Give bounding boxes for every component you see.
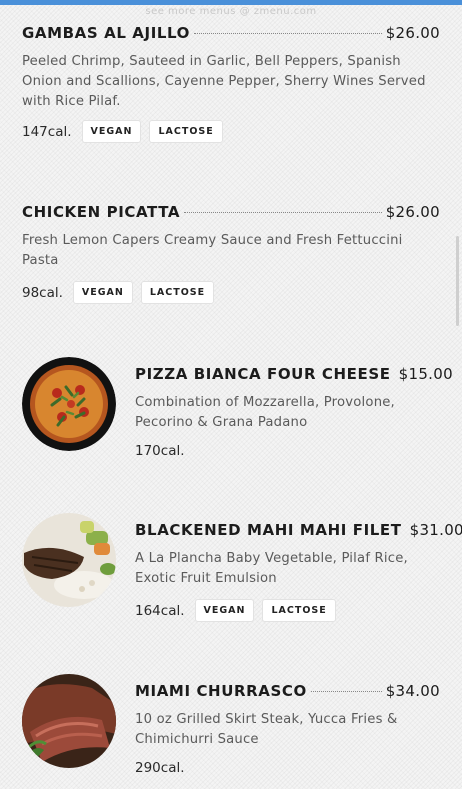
item-price: $15.00 [398, 365, 453, 383]
item-price: $26.00 [385, 203, 440, 221]
item-header: MIAMI CHURRASCO $34.00 [135, 682, 440, 704]
dotted-leader [184, 212, 382, 213]
item-description: 10 oz Grilled Skirt Steak, Yucca Fries &… [135, 712, 398, 747]
item-name: BLACKENED MAHI MAHI FILET [135, 521, 402, 539]
vegan-badge: VEGAN [72, 281, 133, 304]
item-price: $34.00 [385, 682, 440, 700]
item-calories: 147cal. [22, 123, 72, 140]
item-description: Peeled Chrimp, Sauteed in Garlic, Bell P… [22, 54, 426, 109]
item-meta: 164cal. VEGAN LACTOSE [135, 599, 344, 622]
lactose-badge: LACTOSE [140, 281, 215, 304]
item-meta: 147cal. VEGAN LACTOSE [22, 120, 231, 143]
vegan-badge: VEGAN [194, 599, 255, 622]
pizza-photo [22, 357, 116, 451]
item-name: MIAMI CHURRASCO [135, 682, 307, 700]
vegan-badge: VEGAN [81, 120, 142, 143]
dotted-leader [194, 33, 382, 34]
item-header: BLACKENED MAHI MAHI FILET $31.00 [135, 521, 462, 543]
watermark: see more menus @ zmenu.com [145, 6, 317, 17]
item-price: $31.00 [409, 521, 462, 539]
item-meta: 290cal. [135, 760, 195, 776]
item-calories: 98cal. [22, 284, 63, 301]
item-header: GAMBAS AL AJILLO $26.00 [22, 24, 440, 46]
item-name: GAMBAS AL AJILLO [22, 24, 191, 42]
item-calories: 170cal. [135, 443, 185, 459]
dotted-leader [310, 691, 382, 692]
item-header: CHICKEN PICATTA $26.00 [22, 203, 440, 225]
scrollbar-thumb[interactable] [456, 236, 459, 326]
item-name: PIZZA BIANCA FOUR CHEESE [135, 365, 391, 383]
item-header: PIZZA BIANCA FOUR CHEESE $15.00 [135, 365, 453, 387]
item-calories: 290cal. [135, 760, 185, 776]
item-price: $26.00 [385, 24, 440, 42]
item-meta: 170cal. [135, 443, 195, 459]
lactose-badge: LACTOSE [262, 599, 336, 622]
churrasco-photo [22, 674, 116, 768]
lactose-badge: LACTOSE [149, 120, 223, 143]
mahi-mahi-photo [22, 513, 116, 607]
item-meta: 98cal. VEGAN LACTOSE [22, 281, 222, 304]
item-name: CHICKEN PICATTA [22, 203, 181, 221]
item-calories: 164cal. [135, 602, 185, 619]
item-description: Fresh Lemon Capers Creamy Sauce and Fres… [22, 233, 403, 268]
top-accent-bar [0, 0, 462, 5]
item-description: A La Plancha Baby Vegetable, Pilaf Rice,… [135, 551, 408, 586]
item-description: Combination of Mozzarella, Provolone, Pe… [135, 395, 395, 430]
